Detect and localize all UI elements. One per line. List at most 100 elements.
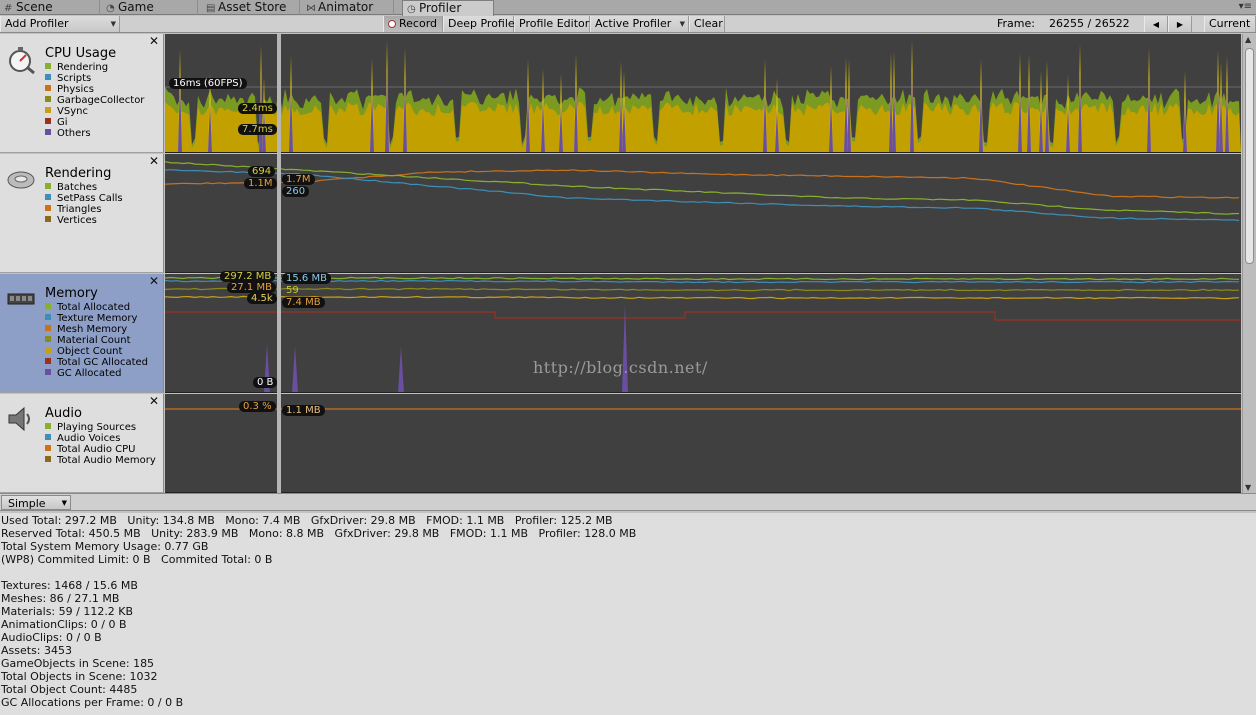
rendering-graph[interactable]: [165, 154, 1241, 273]
memory-module-header[interactable]: Memory ✕ Total Allocated Texture Memory …: [0, 274, 164, 393]
legend-item[interactable]: Gi: [45, 117, 144, 128]
legend-label: GC Allocated: [57, 368, 122, 379]
chevron-down-icon: ▼: [61, 499, 67, 507]
audio-module: Audio ✕ Playing Sources Audio Voices Tot…: [0, 394, 1256, 493]
swatch: [45, 205, 51, 211]
legend-label: Texture Memory: [57, 313, 138, 324]
detail-mode-dropdown[interactable]: Simple ▼: [1, 495, 71, 510]
legend-item[interactable]: Triangles: [45, 204, 123, 215]
legend-item[interactable]: GC Allocated: [45, 368, 148, 379]
material-count-value: 59: [286, 285, 299, 296]
detail-line: GameObjects in Scene: 185: [1, 657, 155, 670]
rendering-module-header[interactable]: Rendering ✕ Batches SetPass Calls Triang…: [0, 154, 164, 273]
legend-label: VSync: [57, 106, 88, 117]
add-profiler-dropdown[interactable]: Add Profiler ▼: [0, 16, 120, 32]
legend-item[interactable]: Object Count: [45, 346, 148, 357]
close-icon[interactable]: ✕: [149, 35, 159, 47]
swatch: [45, 358, 51, 364]
legend-item[interactable]: Texture Memory: [45, 313, 148, 324]
close-icon[interactable]: ✕: [149, 275, 159, 287]
swatch: [45, 314, 51, 320]
profile-editor-button[interactable]: Profile Editor: [514, 16, 590, 32]
cpu-target-label: 16ms (60FPS): [169, 78, 247, 89]
module-title: Rendering: [45, 166, 112, 181]
detail-line: Total System Memory Usage: 0.77 GB: [1, 540, 209, 553]
clear-label: Clear: [694, 17, 723, 30]
scroll-down-icon[interactable]: ▼: [1245, 483, 1251, 492]
deep-profile-button[interactable]: Deep Profile: [443, 16, 515, 32]
audio-module-header[interactable]: Audio ✕ Playing Sources Audio Voices Tot…: [0, 394, 164, 493]
tab-animator[interactable]: ⋈ Animator: [302, 0, 394, 15]
legend-item[interactable]: Scripts: [45, 73, 144, 84]
store-icon: ▤: [206, 3, 216, 14]
audio-cpu-value: 0.3 %: [239, 401, 276, 412]
legend-item[interactable]: GarbageCollector: [45, 95, 144, 106]
legend-label: Triangles: [57, 204, 102, 215]
cpu-graph[interactable]: [165, 34, 1241, 153]
legend-item[interactable]: SetPass Calls: [45, 193, 123, 204]
swatch: [45, 63, 51, 69]
add-profiler-label: Add Profiler: [5, 17, 69, 30]
legend-item[interactable]: Vertices: [45, 215, 123, 226]
legend-item[interactable]: Mesh Memory: [45, 324, 148, 335]
cpu-value-label: 2.4ms: [238, 103, 277, 114]
legend-item[interactable]: Audio Voices: [45, 433, 156, 444]
tab-asset-store[interactable]: ▤ Asset Store: [202, 0, 300, 15]
memory-chip-icon: [7, 293, 35, 306]
swatch: [45, 325, 51, 331]
current-frame-button[interactable]: Current: [1204, 16, 1256, 32]
gc-total-value: 7.4 MB: [282, 297, 325, 308]
legend-item[interactable]: Total Audio Memory: [45, 455, 156, 466]
active-profiler-dropdown[interactable]: Active Profiler ▼: [590, 16, 689, 32]
swatch: [45, 183, 51, 189]
legend-item[interactable]: Playing Sources: [45, 422, 156, 433]
pacman-icon: ◔: [106, 3, 115, 14]
active-profiler-label: Active Profiler: [595, 17, 672, 30]
swatch: [45, 434, 51, 440]
legend-item[interactable]: Physics: [45, 84, 144, 95]
frame-cursor[interactable]: [277, 34, 281, 493]
swatch: [45, 194, 51, 200]
legend-item[interactable]: VSync: [45, 106, 144, 117]
legend-item[interactable]: Material Count: [45, 335, 148, 346]
tab-game[interactable]: ◔ Game: [102, 0, 198, 15]
detail-line: AnimationClips: 0 / 0 B: [1, 618, 127, 631]
tab-label: Asset Store: [218, 0, 287, 14]
module-title: Memory: [45, 286, 98, 301]
legend-item[interactable]: Total Allocated: [45, 302, 148, 313]
batches-value: 694: [248, 166, 276, 177]
clear-button[interactable]: Clear: [689, 16, 725, 32]
frame-label: Frame:: [997, 17, 1035, 30]
legend-item[interactable]: Total Audio CPU: [45, 444, 156, 455]
close-icon[interactable]: ✕: [149, 395, 159, 407]
swatch: [45, 96, 51, 102]
tab-menu-icon[interactable]: ▾≡: [1239, 0, 1252, 13]
legend-item[interactable]: Batches: [45, 182, 123, 193]
legend-item[interactable]: Others: [45, 128, 144, 139]
tab-bar: # Scene ◔ Game ▤ Asset Store ⋈ Animator ◷ Pro…: [0, 0, 1256, 16]
profiler-window: { "tabs": [ {"label": "Scene", "icon": "…: [0, 0, 1256, 715]
swatch: [45, 303, 51, 309]
modules-scrollbar[interactable]: ▲ ▼: [1242, 34, 1256, 493]
scroll-up-icon[interactable]: ▲: [1245, 35, 1251, 44]
swatch: [45, 445, 51, 451]
tab-label: Profiler: [419, 1, 462, 15]
legend-item[interactable]: Total GC Allocated: [45, 357, 148, 368]
scroll-thumb[interactable]: [1245, 48, 1254, 264]
legend-label: Scripts: [57, 73, 92, 84]
memory-details: Used Total: 297.2 MB Unity: 134.8 MB Mon…: [0, 513, 1256, 715]
cpu-module-header[interactable]: CPU Usage ✕ Rendering Scripts Physics Ga…: [0, 34, 164, 153]
detail-line: Materials: 59 / 112.2 KB: [1, 605, 134, 618]
legend-item[interactable]: Rendering: [45, 62, 144, 73]
tab-label: Animator: [318, 0, 374, 14]
tab-scene[interactable]: # Scene: [0, 0, 100, 15]
prev-frame-button[interactable]: ◀: [1144, 16, 1168, 32]
next-frame-button[interactable]: ▶: [1168, 16, 1192, 32]
close-icon[interactable]: ✕: [149, 155, 159, 167]
record-button[interactable]: Record: [383, 16, 443, 32]
profile-editor-label: Profile Editor: [519, 17, 590, 30]
audio-graph[interactable]: [165, 394, 1241, 493]
cpu-stopwatch-icon: [9, 47, 35, 74]
watermark: http://blog.csdn.net/: [533, 358, 708, 377]
tab-profiler[interactable]: ◷ Profiler: [402, 0, 494, 16]
